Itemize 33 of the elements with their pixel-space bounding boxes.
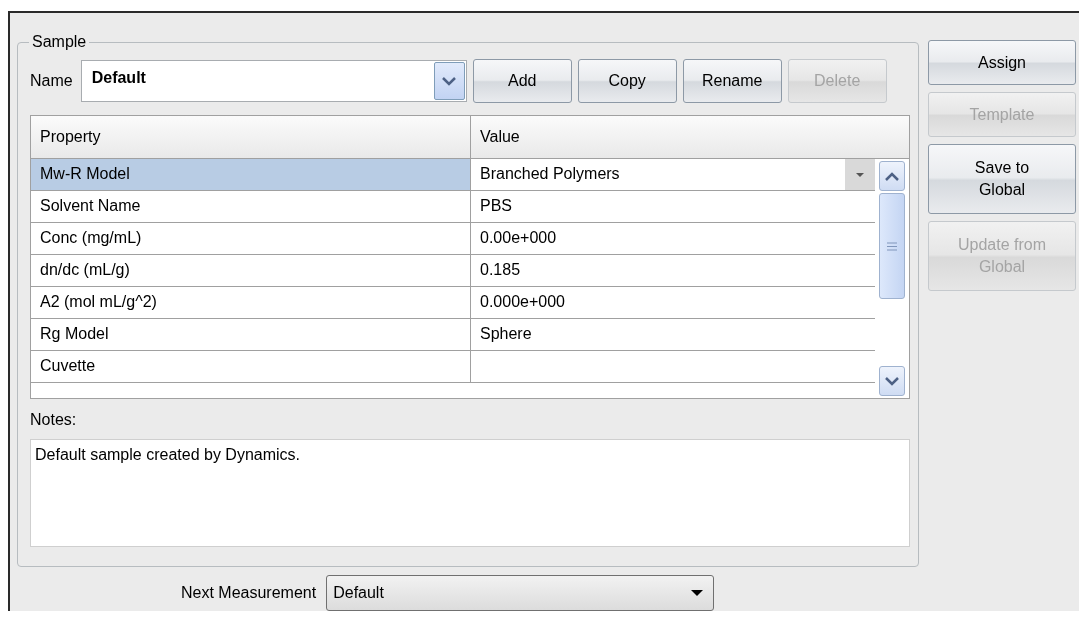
property-cell[interactable]: A2 (mol mL/g^2) [31, 287, 471, 318]
action-button[interactable]: Rename [682, 59, 782, 103]
property-cell[interactable]: dn/dc (mL/g) [31, 255, 471, 286]
next-measurement-label: Next Measurement [181, 584, 317, 602]
notes-label: Notes: [30, 411, 78, 430]
property-cell[interactable]: Rg Model [31, 319, 471, 350]
dropdown-button[interactable] [845, 159, 875, 190]
column-header: Property [31, 116, 471, 158]
chevron-down-icon [885, 376, 899, 386]
chevron-down-icon [442, 76, 457, 86]
property-cell[interactable]: Cuvette [31, 351, 471, 382]
action-button[interactable]: Assign [928, 40, 1076, 85]
property-cell[interactable]: Mw-R Model [31, 159, 471, 190]
action-button[interactable]: Save to Global [928, 144, 1076, 214]
action-button[interactable]: Copy [577, 59, 677, 103]
chevron-up-icon [885, 171, 899, 181]
notes-field[interactable]: Default sample created by Dynamics. [30, 439, 910, 547]
value-cell-text: 0.000e+000 [479, 292, 565, 312]
value-cell-text: 0.185 [479, 260, 521, 280]
value-cell-text: Sphere [479, 324, 532, 344]
value-cell-text: Branched Polymers [479, 164, 620, 184]
dropdown-arrow-icon [691, 590, 704, 596]
grip-icon [887, 241, 897, 251]
property-cell[interactable]: Solvent Name [31, 191, 471, 222]
action-button[interactable]: Add [472, 59, 572, 103]
name-combo-box[interactable]: Default [80, 60, 467, 102]
name-label: Name [30, 72, 73, 90]
column-header: Value [479, 127, 520, 147]
value-cell-text: 0.00e+000 [479, 228, 557, 248]
property-cell[interactable]: Conc (mg/mL) [31, 223, 471, 254]
value-cell-text: PBS [479, 196, 512, 216]
next-measurement-dropdown[interactable]: Default [326, 575, 715, 611]
group-title: Sample [31, 33, 88, 51]
